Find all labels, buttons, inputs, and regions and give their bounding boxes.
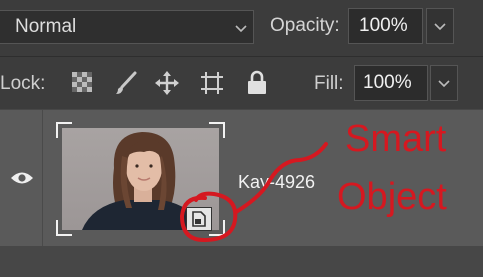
- artboard-icon[interactable]: [199, 70, 225, 96]
- layers-panel-footer: [0, 246, 483, 277]
- annotation-text-line1: Smart: [345, 118, 447, 160]
- eye-icon[interactable]: [10, 170, 34, 186]
- move-arrows-icon[interactable]: [154, 70, 180, 96]
- lock-fill-bar: Lock: Fill: 100%: [0, 56, 483, 109]
- blend-mode-select[interactable]: Normal: [0, 10, 254, 44]
- layer-thumbnail[interactable]: [56, 122, 225, 236]
- visibility-divider: [42, 110, 43, 246]
- smart-object-badge-icon: [186, 207, 212, 231]
- layer-name[interactable]: Kay-4926: [238, 172, 315, 193]
- brush-icon[interactable]: [113, 70, 139, 96]
- opacity-dropdown-button[interactable]: [426, 8, 454, 44]
- opacity-label: Opacity:: [270, 15, 340, 36]
- chevron-down-icon: [434, 23, 446, 31]
- blend-opacity-bar: Normal Opacity: 100%: [0, 0, 483, 56]
- chevron-down-icon: [438, 80, 450, 88]
- fill-input[interactable]: 100%: [354, 65, 428, 101]
- checkerboard-icon[interactable]: [70, 70, 94, 94]
- blend-mode-value: Normal: [15, 16, 77, 37]
- annotation-text-line2: Object: [337, 176, 447, 218]
- opacity-input[interactable]: 100%: [348, 8, 423, 44]
- lock-label: Lock:: [0, 73, 46, 94]
- fill-dropdown-button[interactable]: [430, 65, 458, 101]
- fill-label: Fill:: [314, 73, 344, 94]
- chevron-down-icon: [235, 25, 247, 33]
- padlock-icon[interactable]: [246, 70, 268, 96]
